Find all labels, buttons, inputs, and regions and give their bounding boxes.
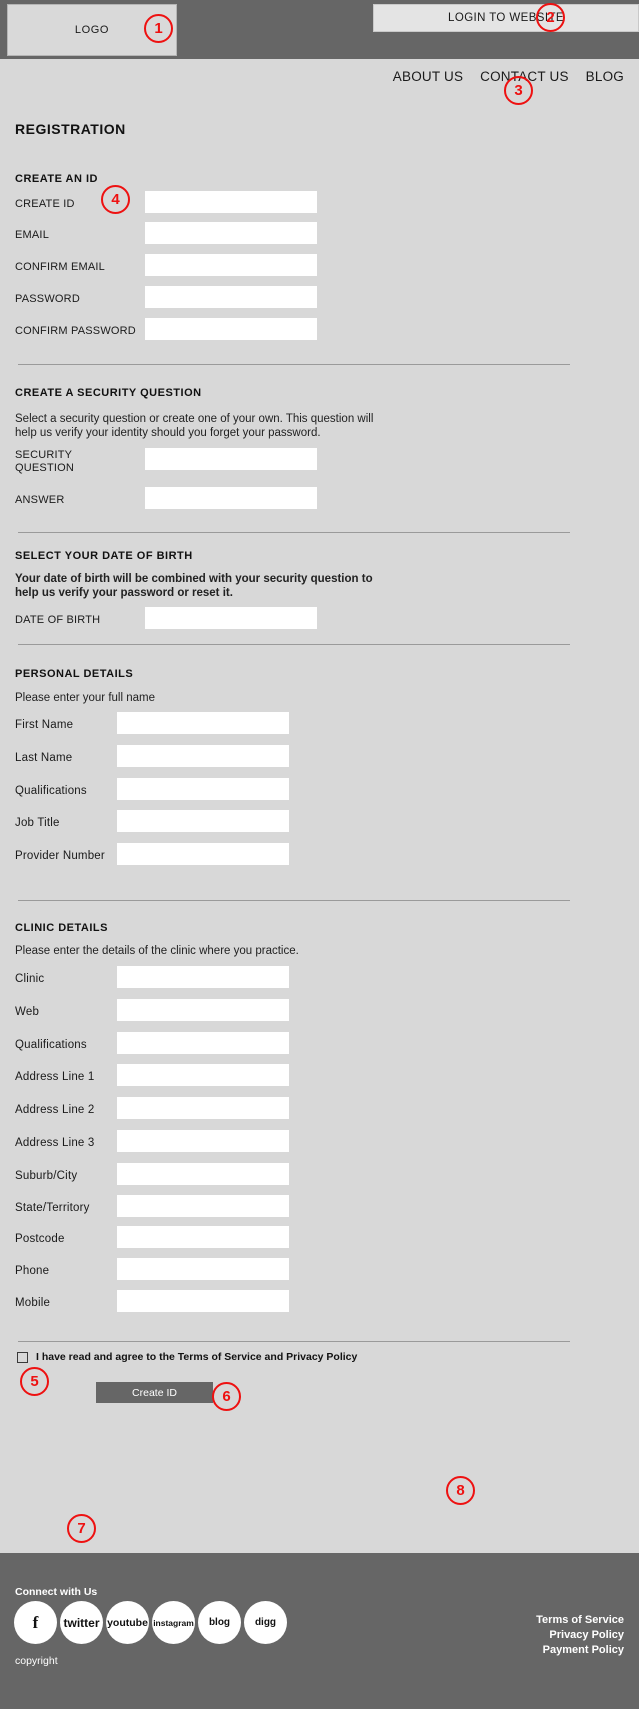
input-phone[interactable] <box>117 1258 289 1280</box>
label-web: Web <box>15 1006 40 1018</box>
youtube-icon[interactable]: youtube <box>106 1601 149 1644</box>
divider-after-personal-details <box>18 900 570 901</box>
input-suburb-city[interactable] <box>117 1163 289 1185</box>
site-footer: Connect with Us f twitter youtube instag… <box>0 1553 639 1709</box>
section-heading-date-of-birth: SELECT YOUR DATE OF BIRTH <box>15 550 193 562</box>
label-suburb-city: Suburb/City <box>15 1170 78 1182</box>
annotation-badge-4: 4 <box>101 185 130 214</box>
annotation-badge-2: 2 <box>536 3 565 32</box>
main-navigation: ABOUT US CONTACT US BLOG <box>0 59 639 93</box>
divider-after-create-id <box>18 364 570 365</box>
input-qualifications-clinic[interactable] <box>117 1032 289 1054</box>
label-last-name: Last Name <box>15 752 73 764</box>
input-password[interactable] <box>145 286 317 308</box>
clinic-details-note: Please enter the details of the clinic w… <box>15 945 299 957</box>
social-links: f twitter youtube instagram blog digg <box>14 1601 287 1644</box>
input-address-line-2[interactable] <box>117 1097 289 1119</box>
date-of-birth-note-line2: help us verify your password or reset it… <box>15 587 233 599</box>
terms-agreement-label: I have read and agree to the Terms of Se… <box>36 1351 358 1363</box>
link-terms-of-service[interactable]: Terms of Service <box>536 1613 624 1628</box>
personal-details-note: Please enter your full name <box>15 692 155 704</box>
label-first-name: First Name <box>15 719 74 731</box>
connect-with-us-label: Connect with Us <box>15 1586 98 1598</box>
input-address-line-1[interactable] <box>117 1064 289 1086</box>
label-state-territory: State/Territory <box>15 1202 90 1214</box>
label-address-line-1: Address Line 1 <box>15 1071 95 1083</box>
input-create-id[interactable] <box>145 191 317 213</box>
instagram-icon[interactable]: instagram <box>152 1601 195 1644</box>
page-title: REGISTRATION <box>15 121 126 137</box>
divider-after-security-question <box>18 532 570 533</box>
link-privacy-policy[interactable]: Privacy Policy <box>536 1628 624 1643</box>
input-answer[interactable] <box>145 487 317 509</box>
label-job-title: Job Title <box>15 817 60 829</box>
annotation-badge-8: 8 <box>446 1476 475 1505</box>
annotation-badge-6: 6 <box>212 1382 241 1411</box>
logo-label: LOGO <box>74 24 110 36</box>
input-provider-number[interactable] <box>117 843 289 865</box>
input-security-question[interactable] <box>145 448 317 470</box>
input-clinic[interactable] <box>117 966 289 988</box>
label-security-question-line2: QUESTION <box>15 462 75 474</box>
input-first-name[interactable] <box>117 712 289 734</box>
security-question-note-line2: help us verify your identity should you … <box>15 427 321 439</box>
label-email: EMAIL <box>15 229 50 241</box>
section-heading-clinic-details: CLINIC DETAILS <box>15 922 108 934</box>
input-last-name[interactable] <box>117 745 289 767</box>
label-date-of-birth: DATE OF BIRTH <box>15 614 101 626</box>
input-postcode[interactable] <box>117 1226 289 1248</box>
label-phone: Phone <box>15 1265 50 1277</box>
label-qualifications-clinic: Qualifications <box>15 1039 87 1051</box>
nav-item-about-us[interactable]: ABOUT US <box>393 69 463 84</box>
label-confirm-password: CONFIRM PASSWORD <box>15 325 136 337</box>
input-job-title[interactable] <box>117 810 289 832</box>
input-qualifications-personal[interactable] <box>117 778 289 800</box>
input-date-of-birth[interactable] <box>145 607 317 629</box>
annotation-badge-5: 5 <box>20 1367 49 1396</box>
input-web[interactable] <box>117 999 289 1021</box>
section-heading-create-an-id: CREATE AN ID <box>15 173 98 185</box>
label-address-line-2: Address Line 2 <box>15 1104 95 1116</box>
blog-icon[interactable]: blog <box>198 1601 241 1644</box>
link-payment-policy[interactable]: Payment Policy <box>536 1643 624 1658</box>
registration-page: LOGO LOGIN TO WEBSITE ABOUT US CONTACT U… <box>0 0 639 1709</box>
input-address-line-3[interactable] <box>117 1130 289 1152</box>
terms-agreement-row: I have read and agree to the Terms of Se… <box>17 1351 357 1363</box>
label-qualifications-personal: Qualifications <box>15 785 87 797</box>
section-heading-personal-details: PERSONAL DETAILS <box>15 668 134 680</box>
annotation-badge-7: 7 <box>67 1514 96 1543</box>
label-provider-number: Provider Number <box>15 850 105 862</box>
label-clinic: Clinic <box>15 973 45 985</box>
annotation-badge-3: 3 <box>504 76 533 105</box>
create-id-button[interactable]: Create ID <box>96 1382 213 1403</box>
label-confirm-email: CONFIRM EMAIL <box>15 261 105 273</box>
annotation-badge-1: 1 <box>144 14 173 43</box>
facebook-icon[interactable]: f <box>14 1601 57 1644</box>
input-email[interactable] <box>145 222 317 244</box>
login-to-website-button[interactable]: LOGIN TO WEBSITE <box>373 4 639 32</box>
label-postcode: Postcode <box>15 1233 65 1245</box>
twitter-icon[interactable]: twitter <box>60 1601 103 1644</box>
section-heading-security-question: CREATE A SECURITY QUESTION <box>15 387 202 399</box>
input-mobile[interactable] <box>117 1290 289 1312</box>
label-create-id: CREATE ID <box>15 198 75 210</box>
label-security-question-line1: SECURITY <box>15 449 73 461</box>
divider-before-agreement <box>18 1341 570 1342</box>
input-confirm-email[interactable] <box>145 254 317 276</box>
footer-policy-links: Terms of Service Privacy Policy Payment … <box>536 1613 624 1658</box>
terms-agreement-checkbox[interactable] <box>17 1351 28 1363</box>
label-mobile: Mobile <box>15 1297 51 1309</box>
input-confirm-password[interactable] <box>145 318 317 340</box>
divider-after-date-of-birth <box>18 644 570 645</box>
label-address-line-3: Address Line 3 <box>15 1137 95 1149</box>
label-password: PASSWORD <box>15 293 80 305</box>
security-question-note-line1: Select a security question or create one… <box>15 413 374 425</box>
input-state-territory[interactable] <box>117 1195 289 1217</box>
nav-item-blog[interactable]: BLOG <box>586 69 624 84</box>
label-answer: ANSWER <box>15 494 65 506</box>
copyright-text: copyright <box>15 1655 58 1667</box>
digg-icon[interactable]: digg <box>244 1601 287 1644</box>
date-of-birth-note-line1: Your date of birth will be combined with… <box>15 573 373 585</box>
